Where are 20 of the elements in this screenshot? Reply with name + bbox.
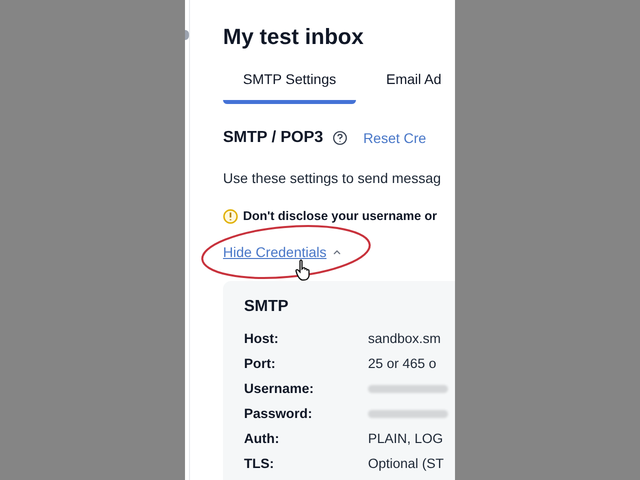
card-heading: SMTP bbox=[244, 296, 290, 317]
field-value: Optional (ST bbox=[368, 455, 444, 474]
tab[interactable]: SMTP Settings bbox=[223, 67, 356, 104]
help-icon[interactable] bbox=[333, 131, 348, 145]
field-label: Host: bbox=[244, 330, 280, 348]
reset-credentials-link[interactable]: Reset Cre bbox=[363, 128, 426, 148]
field-value: sandbox.sm bbox=[368, 330, 441, 348]
warning-text: Don't disclose your username or bbox=[243, 208, 437, 225]
field-label: Username: bbox=[244, 380, 315, 398]
field-label: Auth: bbox=[244, 430, 280, 448]
intro-text: Use these settings to send messag bbox=[223, 169, 442, 188]
page-title: My test inbox bbox=[223, 23, 365, 51]
section-heading: SMTP / POP3 bbox=[223, 128, 324, 148]
warning-icon bbox=[223, 208, 238, 224]
field-label: TLS: bbox=[244, 455, 275, 474]
field-value: PLAIN, LOG bbox=[368, 430, 444, 448]
field-label: Port: bbox=[244, 355, 276, 374]
field-value: 25 or 465 o bbox=[368, 355, 436, 374]
field-label: Password: bbox=[244, 405, 314, 424]
tab[interactable]: Email Ad bbox=[366, 67, 455, 104]
